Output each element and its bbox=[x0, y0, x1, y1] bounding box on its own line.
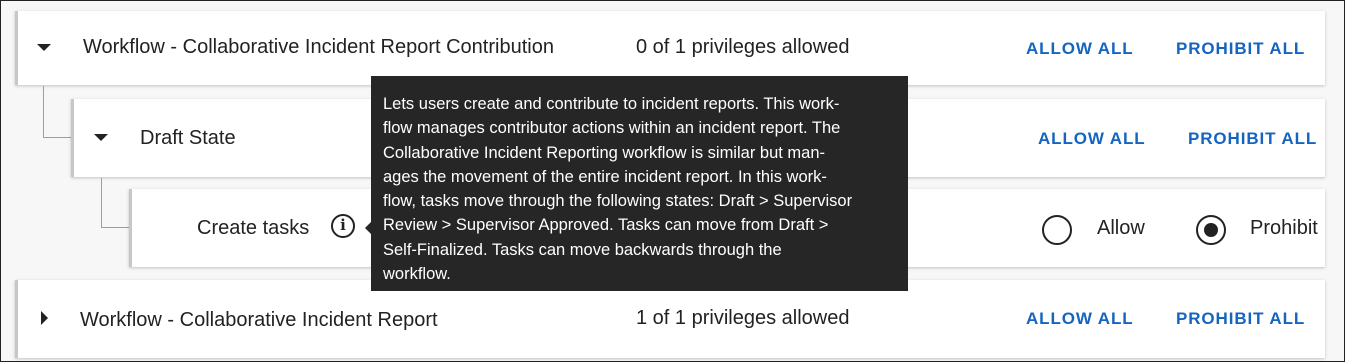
tooltip-line: flow, tasks move through the following s… bbox=[383, 192, 853, 211]
tooltip-line: Self-Finalized. Tasks can move backwards… bbox=[383, 240, 782, 259]
prohibit-all-button[interactable]: PROHIBIT ALL bbox=[1176, 39, 1305, 59]
workflow-title: Workflow - Collaborative Incident Report… bbox=[83, 36, 554, 58]
radio-selected-dot bbox=[1204, 223, 1218, 237]
tooltip-line: workflow. bbox=[383, 265, 451, 284]
allow-all-button[interactable]: ALLOW ALL bbox=[1038, 129, 1146, 149]
tooltip-line: Collaborative Incident Reporting workflo… bbox=[383, 143, 826, 162]
row-accent-bar bbox=[71, 99, 74, 177]
tree-connector bbox=[43, 86, 72, 138]
row-accent-bar bbox=[129, 189, 132, 267]
tooltip-line: Review > Supervisor Approved. Tasks can … bbox=[383, 216, 829, 235]
tooltip-line: ages the movement of the entire incident… bbox=[383, 167, 827, 186]
chevron-down-icon[interactable] bbox=[94, 134, 108, 141]
chevron-down-icon[interactable] bbox=[37, 44, 51, 51]
allow-all-button[interactable]: ALLOW ALL bbox=[1026, 309, 1134, 329]
privileges-count: 1 of 1 privileges allowed bbox=[636, 307, 850, 329]
workflow-row-contribution: Workflow - Collaborative Incident Report… bbox=[15, 11, 1325, 85]
tooltip-line: flow manages contributor actions within … bbox=[383, 119, 841, 138]
row-accent-bar bbox=[15, 280, 18, 358]
state-title: Draft State bbox=[140, 127, 236, 149]
allow-radio-label[interactable]: Allow bbox=[1097, 217, 1145, 240]
allow-all-button[interactable]: ALLOW ALL bbox=[1026, 39, 1134, 59]
allow-radio[interactable] bbox=[1042, 215, 1072, 245]
prohibit-radio-label[interactable]: Prohibit bbox=[1250, 217, 1318, 240]
workflow-title: Workflow - Collaborative Incident Report bbox=[80, 309, 438, 331]
chevron-right-icon[interactable] bbox=[41, 311, 48, 325]
privileges-count: 0 of 1 privileges allowed bbox=[636, 36, 850, 58]
privileges-panel: Workflow - Collaborative Incident Report… bbox=[0, 0, 1345, 362]
prohibit-all-button[interactable]: PROHIBIT ALL bbox=[1176, 309, 1305, 329]
tree-connector bbox=[101, 178, 130, 228]
row-accent-bar bbox=[15, 11, 18, 85]
info-icon[interactable]: i bbox=[331, 214, 355, 238]
info-tooltip: Lets users create and contribute to inci… bbox=[371, 76, 908, 291]
workflow-row-incident-report: Workflow - Collaborative Incident Report… bbox=[15, 280, 1325, 358]
tooltip-line: Lets users create and contribute to inci… bbox=[383, 95, 840, 113]
privilege-title: Create tasks bbox=[197, 217, 310, 239]
prohibit-radio[interactable] bbox=[1196, 215, 1226, 245]
prohibit-all-button[interactable]: PROHIBIT ALL bbox=[1188, 129, 1317, 149]
